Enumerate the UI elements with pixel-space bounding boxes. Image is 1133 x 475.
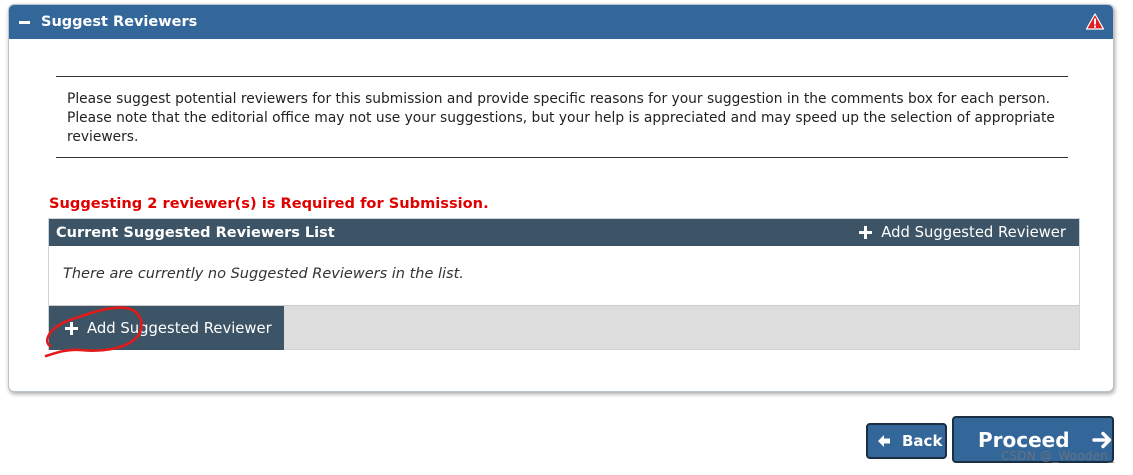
- minus-icon[interactable]: [19, 21, 30, 24]
- back-button-label: Back: [902, 432, 943, 450]
- requirement-message: Suggesting 2 reviewer(s) is Required for…: [49, 195, 489, 212]
- suggest-reviewers-panel: Suggest Reviewers Please suggest potenti…: [8, 4, 1114, 392]
- watermark: CSDN @_Wooden_: [1001, 449, 1115, 463]
- arrow-right-icon: [1091, 431, 1111, 448]
- list-footer: Add Suggested Reviewer: [49, 305, 1079, 350]
- add-suggested-reviewer-label: Add Suggested Reviewer: [881, 224, 1066, 241]
- list-header: Current Suggested Reviewers List Add Sug…: [49, 219, 1079, 246]
- plus-icon: [65, 321, 78, 335]
- suggested-reviewers-list: Current Suggested Reviewers List Add Sug…: [48, 218, 1080, 350]
- proceed-button-label: Proceed: [978, 427, 1070, 452]
- list-title: Current Suggested Reviewers List: [56, 224, 335, 241]
- panel-header[interactable]: Suggest Reviewers: [9, 5, 1113, 39]
- instructions-text: Please suggest potential reviewers for t…: [56, 76, 1068, 158]
- add-suggested-reviewer-button[interactable]: Add Suggested Reviewer: [49, 306, 284, 350]
- panel-title: Suggest Reviewers: [41, 14, 198, 30]
- back-button[interactable]: Back: [866, 423, 947, 459]
- arrow-left-icon: [878, 435, 890, 447]
- empty-list-message: There are currently no Suggested Reviewe…: [63, 266, 464, 282]
- plus-icon: [859, 226, 873, 239]
- add-suggested-reviewer-link[interactable]: Add Suggested Reviewer: [859, 224, 1066, 241]
- warning-triangle-icon: [1086, 13, 1104, 30]
- add-suggested-reviewer-button-label: Add Suggested Reviewer: [87, 319, 272, 337]
